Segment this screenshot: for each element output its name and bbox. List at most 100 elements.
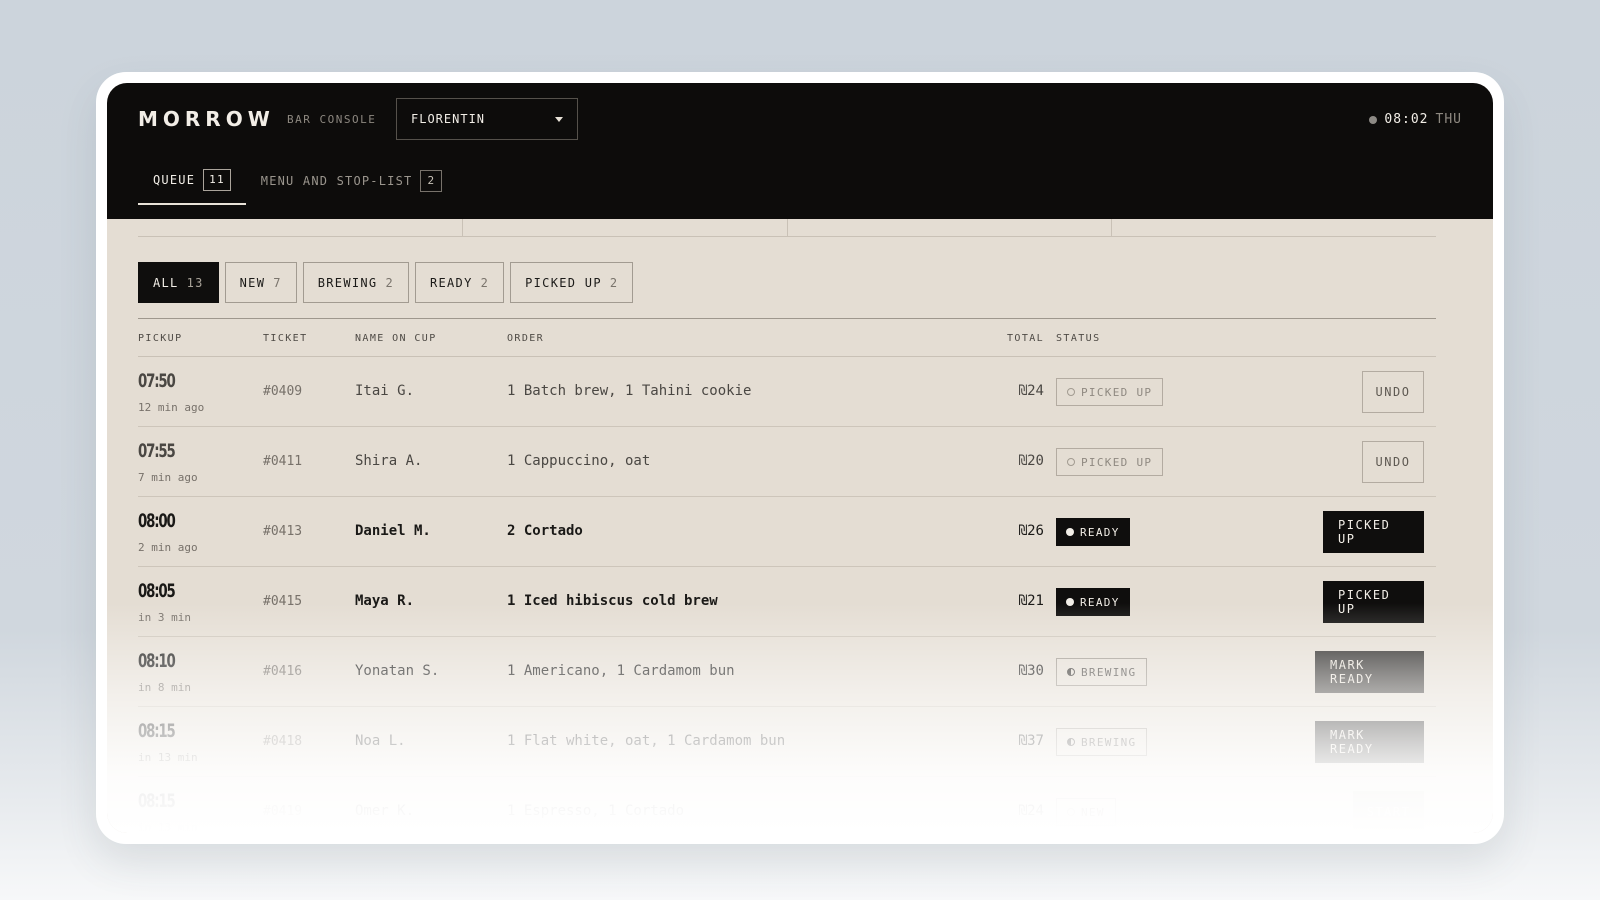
divider (462, 219, 463, 237)
divider (787, 219, 788, 237)
ticket-number: #0411 (263, 454, 303, 469)
clock-day: THU (1435, 112, 1462, 127)
ticket-number: #0415 (263, 594, 303, 609)
table-row[interactable]: 08:15 in 13 min #0419 Omer K. 1 Espresso… (138, 777, 1436, 833)
mark-ready-button[interactable]: MARK READY (1315, 651, 1424, 693)
half-circle-icon (1067, 738, 1075, 746)
pickup-relative: 12 min ago (138, 401, 205, 414)
order-total: ₪30 (1018, 663, 1044, 679)
name-on-cup: Yonatan S. (355, 663, 440, 679)
table-row[interactable]: 08:00 2 min ago #0413 Daniel M. 2 Cortad… (138, 497, 1436, 567)
filter-label: ALL (153, 275, 179, 290)
order-total: ₪20 (1018, 453, 1044, 469)
order-items: 1 Iced hibiscus cold brew (507, 593, 718, 609)
column-header-ticket: TICKET (263, 333, 308, 344)
mark-ready-button[interactable]: MARK READY (1315, 721, 1424, 763)
pickup-time: 08:05 (138, 580, 176, 602)
name-on-cup: Omer K. (355, 803, 415, 819)
hollow-circle-icon (1067, 458, 1075, 466)
order-total: ₪37 (1018, 733, 1044, 749)
status-filters: ALL 13 NEW 7 BREWING 2 READY 2 PICKED UP… (138, 262, 634, 303)
status-label: BREWING (1081, 665, 1137, 679)
status-badge: BREWING (1056, 658, 1148, 686)
table-row[interactable]: 08:05 in 3 min #0415 Maya R. 1 Iced hibi… (138, 567, 1436, 637)
tablet-frame: MORROW BAR CONSOLE FLORENTIN 08:02 THU Q… (96, 72, 1504, 844)
table-header: PICKUP TICKET NAME ON CUP ORDER TOTAL ST… (138, 319, 1436, 357)
table-row[interactable]: 08:15 in 13 min #0418 Noa L. 1 Flat whit… (138, 707, 1436, 777)
picked-up-button[interactable]: PICKED UP (1323, 511, 1424, 553)
filter-new[interactable]: NEW 7 (224, 262, 297, 303)
pickup-time: 07:50 (138, 370, 176, 392)
name-on-cup: Daniel M. (355, 523, 431, 539)
table-row[interactable]: 08:10 in 8 min #0416 Yonatan S. 1 Americ… (138, 637, 1436, 707)
column-header-pickup: PICKUP (138, 333, 183, 344)
name-on-cup: Itai G. (355, 383, 415, 399)
status-badge: READY (1056, 518, 1130, 546)
status-badge: PICKED UP (1056, 448, 1164, 476)
order-items: 1 Batch brew, 1 Tahini cookie (507, 383, 752, 399)
order-total: ₪24 (1018, 383, 1044, 399)
filter-all[interactable]: ALL 13 (138, 262, 219, 303)
ticket-number: #0409 (263, 384, 303, 399)
status-label: PICKED UP (1081, 385, 1153, 399)
name-on-cup: Maya R. (355, 593, 415, 609)
order-items: 2 Cortado (507, 523, 583, 539)
order-total: ₪26 (1018, 523, 1044, 539)
tab-count-badge: 2 (420, 169, 443, 192)
undo-button[interactable]: UNDO (1362, 371, 1424, 413)
name-on-cup: Shira A. (355, 453, 423, 469)
order-items: 1 Flat white, oat, 1 Cardamom bun (507, 733, 786, 749)
filter-label: PICKED UP (525, 275, 602, 290)
filter-brewing[interactable]: BREWING 2 (302, 262, 409, 303)
clock-time: 08:02 (1384, 112, 1429, 127)
tab-queue[interactable]: QUEUE 11 (138, 168, 246, 205)
order-queue: 07:50 12 min ago #0409 Itai G. 1 Batch b… (138, 357, 1436, 833)
column-header-total: TOTAL (1007, 333, 1045, 344)
status-badge: NEW (1056, 798, 1116, 826)
ticket-number: #0413 (263, 524, 303, 539)
status-dot-icon (1369, 115, 1378, 124)
tab-label: MENU AND STOP-LIST (260, 173, 413, 188)
filter-label: BREWING (317, 275, 378, 290)
pickup-time: 08:15 (138, 790, 176, 812)
ticket-number: #0418 (263, 734, 303, 749)
status-label: READY (1080, 595, 1120, 609)
filter-count: 2 (385, 275, 394, 290)
column-header-name: NAME ON CUP (355, 333, 437, 344)
table-row[interactable]: 07:50 12 min ago #0409 Itai G. 1 Batch b… (138, 357, 1436, 427)
half-circle-icon (1067, 668, 1075, 676)
filter-label: NEW (239, 275, 266, 290)
undo-button[interactable]: UNDO (1362, 441, 1424, 483)
pickup-relative: 2 min ago (138, 541, 198, 554)
order-total: ₪24 (1018, 803, 1044, 819)
start-button[interactable]: START (1353, 791, 1424, 833)
clock: 08:02 THU (1369, 112, 1462, 127)
filter-picked-up[interactable]: PICKED UP 2 (510, 262, 634, 303)
status-badge: PICKED UP (1056, 378, 1164, 406)
name-on-cup: Noa L. (355, 733, 406, 749)
summary-strip (138, 219, 1436, 237)
tab-label: QUEUE (153, 172, 196, 187)
order-items: 1 Espresso, 1 Cortado (507, 803, 685, 819)
table-row[interactable]: 07:55 7 min ago #0411 Shira A. 1 Cappucc… (138, 427, 1436, 497)
status-label: NEW (1081, 805, 1105, 819)
tab-menu-stop-list[interactable]: MENU AND STOP-LIST 2 (246, 169, 458, 205)
location-select[interactable]: FLORENTIN (396, 98, 578, 140)
filter-ready[interactable]: READY 2 (414, 262, 505, 303)
order-items: 1 Americano, 1 Cardamom bun (507, 663, 735, 679)
ticket-number: #0419 (263, 804, 303, 819)
filter-count: 2 (609, 275, 619, 290)
pickup-time: 08:00 (138, 510, 176, 532)
main-tabs: QUEUE 11 MENU AND STOP-LIST 2 (138, 168, 458, 205)
order-items: 1 Cappuccino, oat (507, 453, 651, 469)
column-header-order: ORDER (507, 333, 545, 344)
chevron-down-icon (555, 117, 563, 122)
pickup-time: 08:15 (138, 720, 176, 742)
pickup-relative: in 8 min (138, 681, 191, 694)
console-label: BAR CONSOLE (287, 113, 377, 126)
solid-circle-icon (1066, 598, 1074, 606)
solid-circle-icon (1066, 528, 1074, 536)
brand-logo: MORROW (138, 107, 275, 131)
filter-label: READY (429, 275, 473, 290)
picked-up-button[interactable]: PICKED UP (1323, 581, 1424, 623)
